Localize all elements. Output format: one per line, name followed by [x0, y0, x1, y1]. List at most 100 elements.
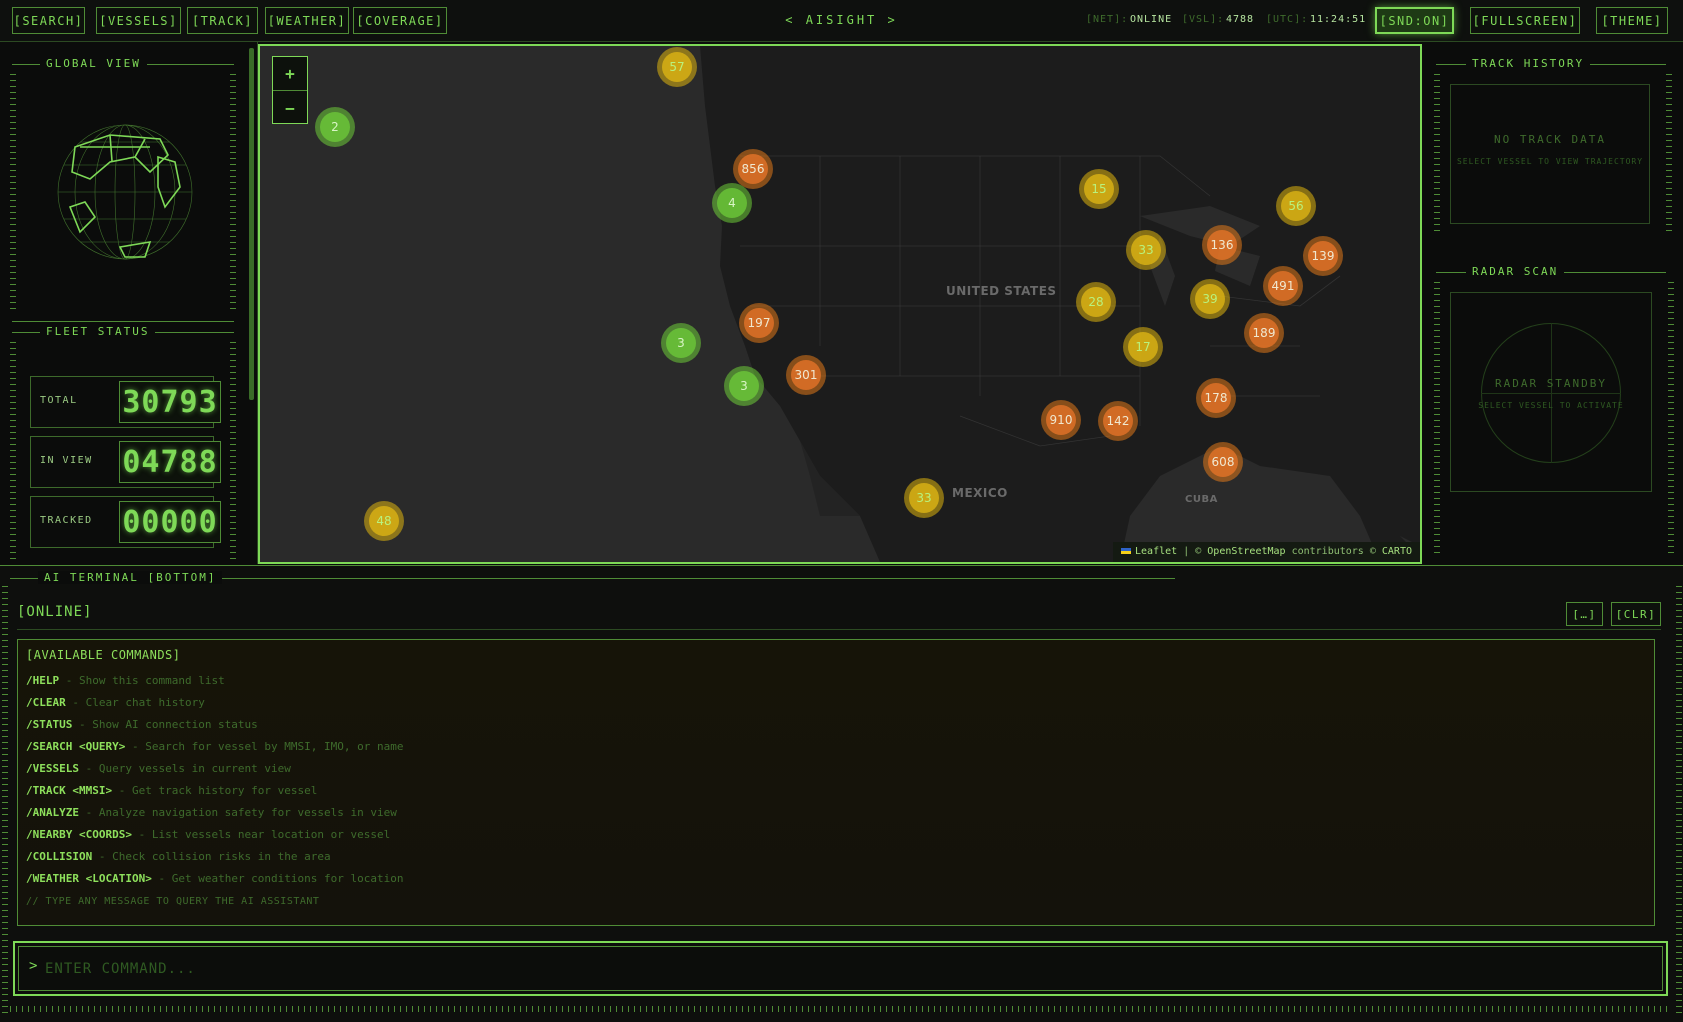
- vessel-cluster[interactable]: 136: [1202, 225, 1242, 265]
- command-name: /NEARBY <COORDS>: [26, 828, 132, 841]
- command-item: /SEARCH <QUERY> - Search for vessel by M…: [26, 736, 404, 758]
- cluster-count: 28: [1081, 287, 1111, 317]
- leaflet-link[interactable]: Leaflet: [1135, 546, 1177, 557]
- vessel-cluster[interactable]: 39: [1190, 279, 1230, 319]
- command-item: /WEATHER <LOCATION> - Get weather condit…: [26, 868, 404, 890]
- vessel-cluster[interactable]: 3: [661, 323, 701, 363]
- vessel-cluster[interactable]: 4: [712, 183, 752, 223]
- command-desc: - Analyze navigation safety for vessels …: [85, 806, 397, 819]
- vessel-cluster[interactable]: 197: [739, 303, 779, 343]
- command-name: /VESSELS: [26, 762, 79, 775]
- track-history-box: NO TRACK DATA SELECT VESSEL TO VIEW TRAJ…: [1450, 84, 1650, 224]
- terminal-expand-button[interactable]: […]: [1566, 602, 1603, 626]
- zoom-in-button[interactable]: +: [273, 57, 307, 91]
- vessel-cluster[interactable]: 48: [364, 501, 404, 541]
- vessel-cluster[interactable]: 3: [724, 366, 764, 406]
- net-status-key: [NET]:: [1086, 14, 1129, 25]
- tick-marks: [10, 1006, 1670, 1012]
- vessel-cluster[interactable]: 139: [1303, 236, 1343, 276]
- vessel-cluster[interactable]: 608: [1203, 442, 1243, 482]
- terminal-title: AI TERMINAL [BOTTOM]: [38, 571, 223, 584]
- globe-icon[interactable]: [50, 117, 200, 267]
- vessel-cluster[interactable]: 56: [1276, 186, 1316, 226]
- map-attribution: Leaflet | © OpenStreetMap contributors ©…: [1113, 542, 1420, 562]
- vessel-cluster[interactable]: 57: [657, 47, 697, 87]
- nav-weather-button[interactable]: [WEATHER]: [265, 7, 349, 34]
- cluster-count: 608: [1208, 447, 1238, 477]
- osm-link[interactable]: OpenStreetMap: [1207, 546, 1285, 557]
- cluster-count: 57: [662, 52, 692, 82]
- command-desc: - Show AI connection status: [78, 718, 258, 731]
- nav-coverage-button[interactable]: [COVERAGE]: [353, 7, 447, 34]
- net-status-value: ONLINE: [1130, 14, 1173, 25]
- radar-standby-text: RADAR STANDBY: [1494, 377, 1608, 390]
- vessel-cluster[interactable]: 28: [1076, 282, 1116, 322]
- command-input-box: >: [13, 941, 1668, 996]
- tick-marks: [10, 74, 16, 314]
- radar-crosshair: [1481, 393, 1621, 394]
- tick-marks: [1668, 282, 1674, 554]
- terminal-hint: // TYPE ANY MESSAGE TO QUERY THE AI ASSI…: [26, 896, 320, 907]
- prompt-caret: >: [29, 958, 38, 974]
- vessel-cluster[interactable]: 301: [786, 355, 826, 395]
- command-name: /WEATHER <LOCATION>: [26, 872, 152, 885]
- vessel-cluster[interactable]: 15: [1079, 169, 1119, 209]
- vessel-cluster[interactable]: 33: [1126, 230, 1166, 270]
- cluster-count: 3: [666, 328, 696, 358]
- map-label-mexico: MEXICO: [952, 486, 1008, 500]
- theme-button[interactable]: [THEME]: [1596, 7, 1668, 34]
- cluster-count: 17: [1128, 332, 1158, 362]
- terminal-output[interactable]: [AVAILABLE COMMANDS] /HELP - Show this c…: [17, 639, 1655, 926]
- sidebar-scrollbar[interactable]: [249, 48, 254, 400]
- fleet-total-label: TOTAL: [40, 395, 78, 406]
- divider: [17, 629, 1661, 630]
- carto-link[interactable]: CARTO: [1382, 546, 1412, 557]
- command-name: /HELP: [26, 674, 60, 687]
- tick-marks: [230, 342, 236, 564]
- attribution-contrib: contributors ©: [1285, 546, 1382, 557]
- command-desc: - Get track history for vessel: [118, 784, 318, 797]
- cluster-count: 33: [909, 483, 939, 513]
- vessel-cluster[interactable]: 2: [315, 107, 355, 147]
- utc-clock: 11:24:51: [1310, 14, 1367, 25]
- fleet-in-view-label: IN VIEW: [40, 455, 93, 466]
- right-sidebar: TRACK HISTORY NO TRACK DATA SELECT VESSE…: [1422, 42, 1683, 564]
- map-view[interactable]: UNITED STATES MEXICO CUBA 57 2 856 4 197…: [258, 44, 1422, 564]
- cluster-count: 142: [1103, 406, 1133, 436]
- cluster-count: 197: [744, 308, 774, 338]
- tick-marks: [1434, 282, 1440, 554]
- command-name: /TRACK <MMSI>: [26, 784, 113, 797]
- cluster-count: 301: [791, 360, 821, 390]
- vessel-cluster[interactable]: 910: [1041, 400, 1081, 440]
- zoom-out-button[interactable]: −: [273, 91, 307, 125]
- vessel-cluster[interactable]: 856: [733, 149, 773, 189]
- vessel-cluster[interactable]: 17: [1123, 327, 1163, 367]
- sound-toggle-button[interactable]: [SND:ON]: [1375, 7, 1454, 34]
- terminal-clear-button[interactable]: [CLR]: [1611, 602, 1661, 626]
- vessel-cluster[interactable]: 142: [1098, 401, 1138, 441]
- left-sidebar: GLOBAL VIEW FLEET STATUS TOTAL 30793 IN …: [0, 42, 258, 564]
- command-item: /CLEAR - Clear chat history: [26, 692, 404, 714]
- vessel-cluster[interactable]: 33: [904, 478, 944, 518]
- radar-subtext: SELECT VESSEL TO ACTIVATE: [1478, 401, 1624, 410]
- command-name: /COLLISION: [26, 850, 93, 863]
- vessel-cluster[interactable]: 491: [1263, 266, 1303, 306]
- command-input[interactable]: [45, 957, 1635, 981]
- fleet-status-title: FLEET STATUS: [40, 325, 156, 338]
- nav-vessels-button[interactable]: [VESSELS]: [96, 7, 181, 34]
- vessel-cluster[interactable]: 178: [1196, 378, 1236, 418]
- fleet-in-view-row: IN VIEW 04788: [30, 436, 221, 488]
- vessel-cluster[interactable]: 189: [1244, 313, 1284, 353]
- track-history-title: TRACK HISTORY: [1466, 57, 1591, 70]
- cluster-count: 856: [738, 154, 768, 184]
- command-item: /COLLISION - Check collision risks in th…: [26, 846, 404, 868]
- command-name: /CLEAR: [26, 696, 66, 709]
- nav-track-button[interactable]: [TRACK]: [187, 7, 258, 34]
- top-bar: [SEARCH] [VESSELS] [TRACK] [WEATHER] [CO…: [0, 0, 1683, 42]
- command-desc: - Clear chat history: [72, 696, 205, 709]
- nav-search-button[interactable]: [SEARCH]: [12, 7, 85, 34]
- global-view-title: GLOBAL VIEW: [40, 57, 147, 70]
- fleet-tracked-label: TRACKED: [40, 515, 93, 526]
- cluster-count: 910: [1046, 405, 1076, 435]
- fullscreen-button[interactable]: [FULLSCREEN]: [1470, 7, 1580, 34]
